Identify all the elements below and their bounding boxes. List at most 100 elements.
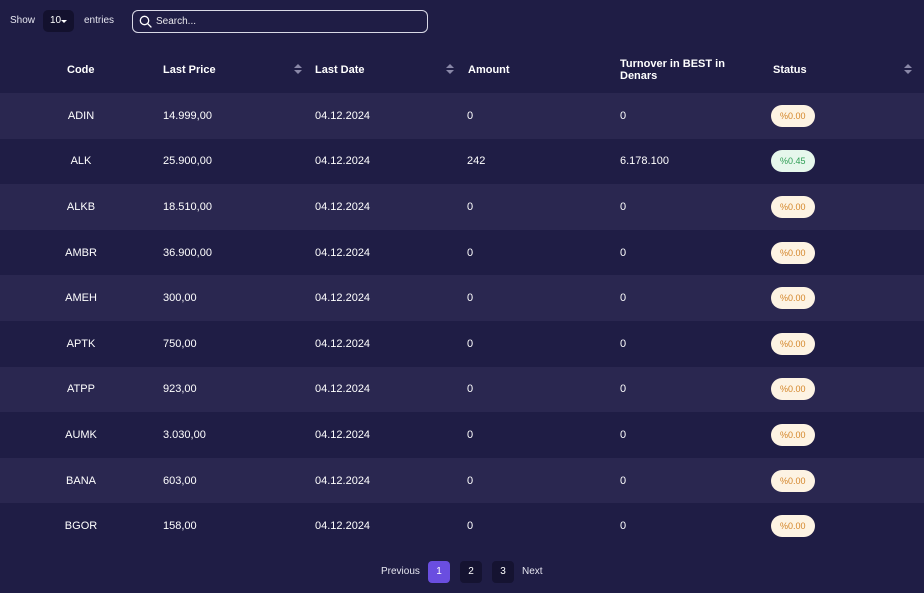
amount-cell: 0 xyxy=(467,428,474,441)
pagination: Previous 1 2 3 Next xyxy=(0,561,924,583)
column-header-label: Amount xyxy=(468,64,510,76)
last-price-cell: 14.999,00 xyxy=(163,109,212,122)
table-row[interactable]: BGOR 158,00 04.12.2024 0 0 %0.00 xyxy=(0,503,924,549)
amount-cell: 0 xyxy=(467,200,474,213)
amount-cell: 242 xyxy=(467,155,486,168)
last-date-cell: 04.12.2024 xyxy=(315,109,371,122)
code-cell: ALK xyxy=(70,155,92,168)
page-button-3[interactable]: 3 xyxy=(492,561,514,583)
status-badge: %0.45 xyxy=(771,150,815,173)
turnover-cell: 0 xyxy=(620,109,627,122)
table-row[interactable]: AMEH 300,00 04.12.2024 0 0 %0.00 xyxy=(0,275,924,321)
last-price-cell: 750,00 xyxy=(163,337,197,350)
last-price-cell: 923,00 xyxy=(163,383,197,396)
column-header-code[interactable]: Code xyxy=(67,47,95,93)
table-header: Code Last Price Last Date Amount Turnove… xyxy=(0,47,924,93)
column-header-label: Last Price xyxy=(163,64,216,76)
status-badge: %0.00 xyxy=(771,469,815,492)
sort-icon[interactable] xyxy=(904,64,912,76)
search-icon xyxy=(139,15,152,28)
table-row[interactable]: ATPP 923,00 04.12.2024 0 0 %0.00 xyxy=(0,366,924,413)
status-badge: %0.00 xyxy=(771,378,815,401)
sort-icon[interactable] xyxy=(294,64,302,76)
last-price-cell: 300,00 xyxy=(163,292,197,305)
status-cell: %0.00 xyxy=(771,230,815,276)
last-price-cell: 36.900,00 xyxy=(163,246,212,259)
page-button-1[interactable]: 1 xyxy=(428,561,450,583)
amount-cell: 0 xyxy=(467,337,474,350)
page-size-value: 10 xyxy=(50,15,62,26)
table-controls: Show 10 entries xyxy=(0,9,924,35)
last-date-cell: 04.12.2024 xyxy=(315,155,371,168)
code-cell: BGOR xyxy=(64,520,98,533)
amount-cell: 0 xyxy=(467,292,474,305)
status-cell: %0.00 xyxy=(771,367,815,413)
code-cell: AUMK xyxy=(65,428,97,441)
code-cell: APTK xyxy=(66,337,96,350)
status-badge: %0.00 xyxy=(771,287,815,310)
page-size-select[interactable]: 10 xyxy=(43,10,74,32)
show-label: Show xyxy=(10,15,36,26)
turnover-cell: 6.178.100 xyxy=(620,155,669,168)
column-header-status[interactable]: Status xyxy=(773,47,807,93)
column-header-label: Code xyxy=(67,64,95,76)
status-cell: %0.00 xyxy=(771,184,815,230)
column-header-last-price[interactable]: Last Price xyxy=(163,47,216,93)
code-cell: AMEH xyxy=(65,292,97,305)
status-cell: %0.00 xyxy=(771,321,815,367)
table-body: ADIN 14.999,00 04.12.2024 0 0 %0.00 ALK … xyxy=(0,93,924,549)
page-button-2[interactable]: 2 xyxy=(460,561,482,583)
turnover-cell: 0 xyxy=(620,200,627,213)
status-badge: %0.00 xyxy=(771,195,815,218)
status-badge: %0.00 xyxy=(771,241,815,264)
column-header-amount[interactable]: Amount xyxy=(468,47,510,93)
search-input[interactable] xyxy=(156,12,416,31)
table-row[interactable]: APTK 750,00 04.12.2024 0 0 %0.00 xyxy=(0,320,924,367)
chevron-down-icon xyxy=(61,20,67,23)
last-date-cell: 04.12.2024 xyxy=(315,474,371,487)
status-cell: %0.45 xyxy=(771,139,815,185)
last-price-cell: 3.030,00 xyxy=(163,428,206,441)
table-row[interactable]: BANA 603,00 04.12.2024 0 0 %0.00 xyxy=(0,457,924,504)
previous-page-link[interactable]: Previous xyxy=(381,561,420,583)
table-row[interactable]: AUMK 3.030,00 04.12.2024 0 0 %0.00 xyxy=(0,412,924,458)
amount-cell: 0 xyxy=(467,383,474,396)
table-row[interactable]: AMBR 36.900,00 04.12.2024 0 0 %0.00 xyxy=(0,229,924,276)
status-badge: %0.00 xyxy=(771,515,815,538)
code-cell: BANA xyxy=(66,474,96,487)
column-header-turnover[interactable]: Turnover in BEST in Denars xyxy=(620,47,745,93)
status-badge: %0.00 xyxy=(771,423,815,446)
last-price-cell: 158,00 xyxy=(163,520,197,533)
status-badge: %0.00 xyxy=(771,332,815,355)
turnover-cell: 0 xyxy=(620,383,627,396)
turnover-cell: 0 xyxy=(620,292,627,305)
amount-cell: 0 xyxy=(467,520,474,533)
column-header-label: Last Date xyxy=(315,64,365,76)
code-cell: ADIN xyxy=(67,109,95,122)
status-badge: %0.00 xyxy=(771,104,815,127)
status-cell: %0.00 xyxy=(771,503,815,549)
last-date-cell: 04.12.2024 xyxy=(315,383,371,396)
amount-cell: 0 xyxy=(467,474,474,487)
code-cell: AMBR xyxy=(65,246,97,259)
column-header-last-date[interactable]: Last Date xyxy=(315,47,365,93)
last-date-cell: 04.12.2024 xyxy=(315,292,371,305)
next-page-link[interactable]: Next xyxy=(522,561,543,583)
last-date-cell: 04.12.2024 xyxy=(315,246,371,259)
search-box[interactable] xyxy=(132,10,428,33)
table-row[interactable]: ALK 25.900,00 04.12.2024 242 6.178.100 %… xyxy=(0,138,924,185)
turnover-cell: 0 xyxy=(620,520,627,533)
sort-icon[interactable] xyxy=(446,64,454,76)
status-cell: %0.00 xyxy=(771,458,815,504)
status-cell: %0.00 xyxy=(771,275,815,321)
turnover-cell: 0 xyxy=(620,246,627,259)
table-row[interactable]: ADIN 14.999,00 04.12.2024 0 0 %0.00 xyxy=(0,93,924,139)
last-price-cell: 18.510,00 xyxy=(163,200,212,213)
table-row[interactable]: ALKB 18.510,00 04.12.2024 0 0 %0.00 xyxy=(0,184,924,230)
last-date-cell: 04.12.2024 xyxy=(315,337,371,350)
amount-cell: 0 xyxy=(467,109,474,122)
last-date-cell: 04.12.2024 xyxy=(315,428,371,441)
last-date-cell: 04.12.2024 xyxy=(315,520,371,533)
entries-label: entries xyxy=(84,15,115,26)
turnover-cell: 0 xyxy=(620,337,627,350)
